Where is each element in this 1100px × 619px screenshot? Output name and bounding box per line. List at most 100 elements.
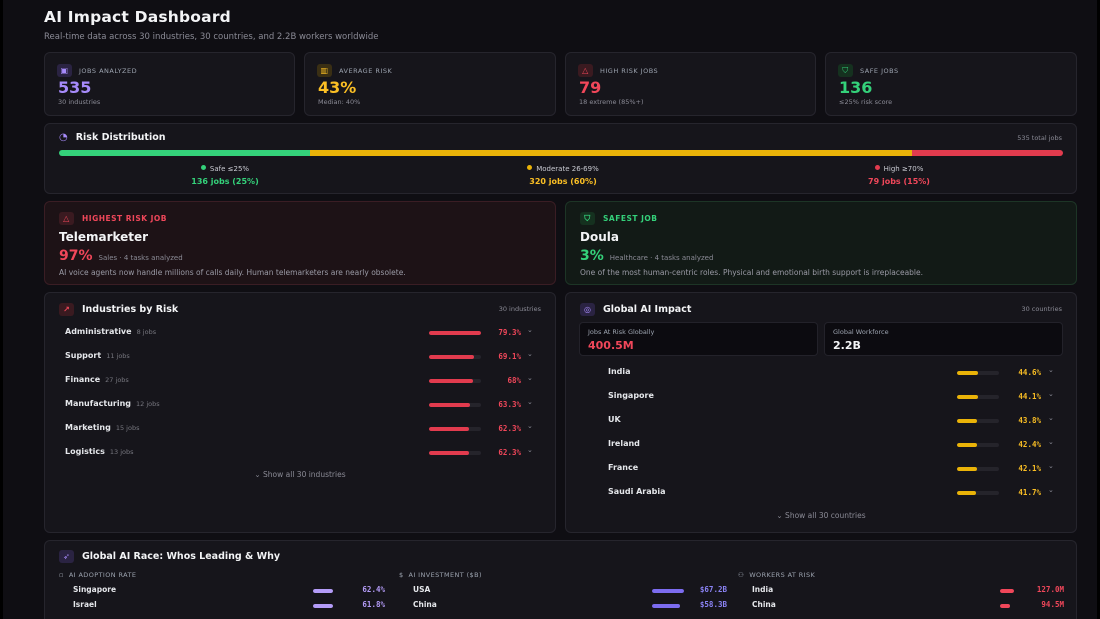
job-risk-pct: 3% bbox=[580, 248, 604, 264]
workers-at-risk-column: ⚇ WORKERS AT RISK India 127.0M China 94.5M bbox=[738, 571, 1064, 609]
country-row[interactable]: India 44.6% ⌄ bbox=[566, 366, 1076, 381]
legend-high: High ≥70% 79 jobs (15%) bbox=[819, 165, 979, 186]
industry-label: Finance bbox=[65, 375, 101, 384]
race-row: India 127.0M bbox=[738, 585, 1064, 597]
risk-bar bbox=[429, 355, 481, 359]
country-name: Saudi Arabia bbox=[608, 487, 666, 496]
industry-risk-pct: 68% bbox=[507, 376, 521, 385]
race-country: India bbox=[752, 585, 774, 594]
risk-bar bbox=[429, 427, 481, 431]
industry-row[interactable]: Administrative 8 jobs 79.3% ⌄ bbox=[45, 326, 555, 341]
risk-bar bbox=[957, 371, 999, 375]
industry-row[interactable]: Finance 27 jobs 68% ⌄ bbox=[45, 374, 555, 389]
job-description: One of the most human-centric roles. Phy… bbox=[580, 268, 924, 277]
globe-icon: ◎ bbox=[580, 303, 595, 316]
industry-row[interactable]: Manufacturing 12 jobs 63.3% ⌄ bbox=[45, 398, 555, 413]
race-value: 61.8% bbox=[362, 600, 385, 609]
industry-row[interactable]: Marketing 15 jobs 62.3% ⌄ bbox=[45, 422, 555, 437]
industry-jobs: 11 jobs bbox=[106, 352, 130, 360]
race-bar-fill bbox=[652, 604, 680, 608]
legend-label: High ≥70% bbox=[883, 165, 924, 173]
warning-icon: △ bbox=[59, 212, 74, 225]
country-name: Singapore bbox=[608, 391, 654, 400]
distribution-segment-safe bbox=[59, 150, 310, 156]
race-value: $67.2B bbox=[699, 585, 727, 594]
chevron-down-icon: ⌄ bbox=[1048, 366, 1054, 374]
race-value: 127.0M bbox=[1036, 585, 1064, 594]
risk-bar bbox=[429, 379, 481, 383]
country-risk-pct: 43.8% bbox=[1018, 416, 1041, 425]
show-all-industries-button[interactable]: ⌄ Show all 30 industries bbox=[45, 470, 555, 479]
race-value: 62.4% bbox=[362, 585, 385, 594]
show-all-countries-button[interactable]: ⌄ Show all 30 countries bbox=[566, 511, 1076, 520]
industry-row[interactable]: Support 11 jobs 69.1% ⌄ bbox=[45, 350, 555, 365]
risk-bar bbox=[429, 403, 481, 407]
industry-jobs: 12 jobs bbox=[136, 400, 160, 408]
stat-value: 43% bbox=[318, 78, 357, 97]
industry-risk-pct: 62.3% bbox=[498, 424, 521, 433]
legend-count: 136 jobs (25%) bbox=[191, 177, 259, 186]
race-country: Israel bbox=[73, 600, 97, 609]
race-bar bbox=[313, 604, 333, 608]
race-row: China $58.3B bbox=[399, 600, 729, 612]
chevron-down-icon: ⌄ bbox=[1048, 462, 1054, 470]
race-bar bbox=[1000, 589, 1014, 593]
risk-bar bbox=[957, 419, 999, 423]
chevron-down-icon: ⌄ bbox=[1048, 390, 1054, 398]
industry-name: Manufacturing 12 jobs bbox=[65, 399, 160, 408]
stat-value: 535 bbox=[58, 78, 92, 97]
industry-name: Support 11 jobs bbox=[65, 351, 130, 360]
legend-count: 79 jobs (15%) bbox=[868, 177, 930, 186]
job-description: AI voice agents now handle millions of c… bbox=[59, 268, 406, 277]
safest-job-card[interactable]: ⛉ SAFEST JOB Doula 3% Healthcare · 4 task… bbox=[565, 201, 1077, 285]
trending-up-icon: ↗ bbox=[59, 303, 74, 316]
stat-subtext: ≤25% risk score bbox=[839, 98, 893, 106]
risk-bar-fill bbox=[957, 419, 978, 423]
industries-count: 30 industries bbox=[498, 305, 541, 313]
section-title: Global AI Race: Whos Leading & Why bbox=[82, 551, 281, 562]
country-name: UK bbox=[608, 415, 621, 424]
total-jobs-count: 535 total jobs bbox=[1017, 134, 1062, 142]
stat-label: SAFE JOBS bbox=[860, 66, 899, 75]
stat-card-high-risk-jobs: △ HIGH RISK JOBS 79 18 extreme (85%+) bbox=[565, 52, 816, 116]
country-risk-pct: 44.6% bbox=[1018, 368, 1041, 377]
highest-risk-job-card[interactable]: △ HIGHEST RISK JOB Telemarketer 97% Sales… bbox=[44, 201, 556, 285]
briefcase-icon: ▣ bbox=[57, 64, 72, 77]
legend-dot bbox=[527, 165, 533, 170]
cpu-icon: ▫ bbox=[59, 571, 64, 579]
industry-risk-pct: 63.3% bbox=[498, 400, 521, 409]
column-label: AI INVESTMENT ($B) bbox=[408, 571, 482, 579]
industry-row[interactable]: Logistics 13 jobs 62.3% ⌄ bbox=[45, 446, 555, 461]
race-bar-fill bbox=[1000, 589, 1014, 593]
job-tag: SAFEST JOB bbox=[603, 214, 658, 223]
dollar-icon: $ bbox=[399, 571, 404, 579]
risk-bar-fill bbox=[957, 467, 977, 471]
risk-bar-fill bbox=[957, 443, 977, 447]
industry-risk-pct: 62.3% bbox=[498, 448, 521, 457]
chevron-down-icon: ⌄ bbox=[1048, 414, 1054, 422]
page-title: AI Impact Dashboard bbox=[44, 8, 231, 26]
risk-distribution-card: ◔ Risk Distribution 535 total jobs Safe ≤… bbox=[44, 123, 1077, 194]
stat-label: AVERAGE RISK bbox=[339, 66, 393, 75]
stat-value: 136 bbox=[839, 78, 873, 97]
country-row[interactable]: Singapore 44.1% ⌄ bbox=[566, 390, 1076, 405]
country-name: France bbox=[608, 463, 639, 472]
country-row[interactable]: Ireland 42.4% ⌄ bbox=[566, 438, 1076, 453]
column-label: WORKERS AT RISK bbox=[749, 571, 816, 579]
section-title: Global AI Impact bbox=[603, 304, 692, 315]
users-icon: ⚇ bbox=[738, 571, 745, 579]
country-row[interactable]: Saudi Arabia 41.7% ⌄ bbox=[566, 486, 1076, 501]
job-name: Doula bbox=[580, 230, 619, 244]
section-title: Industries by Risk bbox=[82, 304, 179, 315]
race-country: China bbox=[413, 600, 437, 609]
race-bar-fill bbox=[652, 589, 684, 593]
industry-jobs: 15 jobs bbox=[115, 424, 140, 432]
industry-jobs: 8 jobs bbox=[136, 328, 157, 336]
stat-subtext: 30 industries bbox=[58, 98, 101, 106]
legend-label: Safe ≤25% bbox=[209, 165, 250, 173]
risk-bar-fill bbox=[429, 403, 471, 407]
industry-risk-pct: 79.3% bbox=[498, 328, 521, 337]
country-row[interactable]: France 42.1% ⌄ bbox=[566, 462, 1076, 477]
legend-count: 320 jobs (60%) bbox=[529, 177, 597, 186]
country-row[interactable]: UK 43.8% ⌄ bbox=[566, 414, 1076, 429]
